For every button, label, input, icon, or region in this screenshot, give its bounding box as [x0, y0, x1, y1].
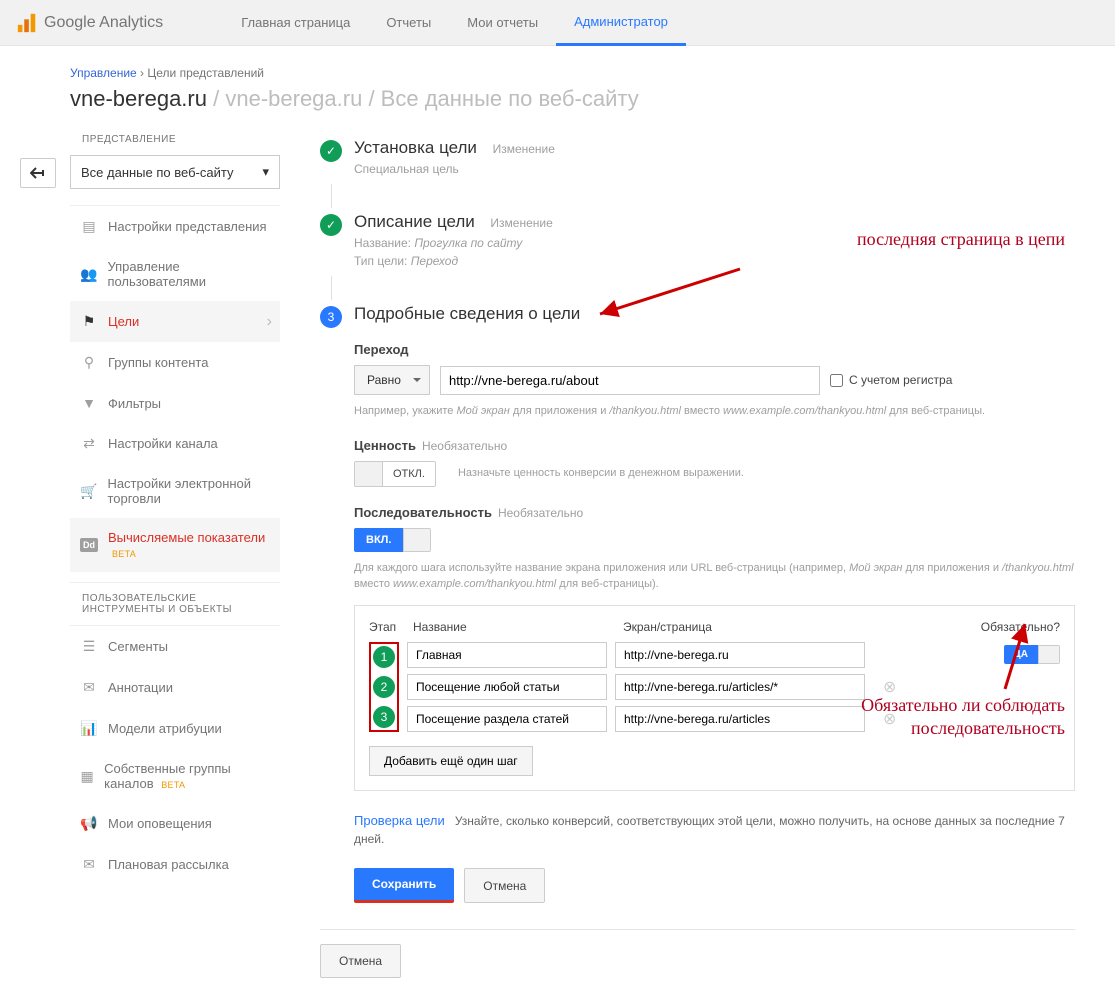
step-3-title: Подробные сведения о цели [354, 304, 580, 324]
tab-reports[interactable]: Отчеты [368, 0, 449, 46]
page-title: vne-berega.ru / vne-berega.ru / Все данн… [70, 86, 1075, 112]
col-screen: Экран/страница [623, 620, 883, 634]
sidebar-item-calculated-metrics[interactable]: DdВычисляемые показателиBETA [70, 518, 280, 572]
value-block: ЦенностьНеобязательно ОТКЛ. Назначьте це… [354, 438, 1075, 487]
users-icon: 👥 [80, 266, 97, 283]
step-3: 3 Подробные сведения о цели [320, 304, 1075, 328]
check-icon: ✓ [320, 140, 342, 162]
annotation-icon: ✉ [80, 679, 98, 696]
sidebar-item-channel-groups[interactable]: ▦Собственные группы каналов BETA [70, 749, 280, 803]
funnel-table: Этап Название Экран/страница Обязательно… [354, 605, 1075, 791]
funnel-row-2: ⊗ [407, 674, 1060, 700]
sidebar-item-segments[interactable]: ☰Сегменты [70, 626, 280, 667]
check-icon: ✓ [320, 214, 342, 236]
filter-icon: ▼ [80, 395, 98, 411]
step-2-title: Описание цели [354, 212, 475, 232]
step-3-number: 3 [320, 306, 342, 328]
funnel-name-1[interactable] [407, 642, 607, 668]
sidebar-item-view-settings[interactable]: ▤Настройки представления [70, 206, 280, 247]
tab-admin[interactable]: Администратор [556, 0, 686, 46]
funnel-url-2[interactable] [615, 674, 865, 700]
sidebar-section-tools: ПОЛЬЗОВАТЕЛЬСКИЕ ИНСТРУМЕНТЫ И ОБЪЕКТЫ [82, 593, 280, 615]
tab-my-reports[interactable]: Мои отчеты [449, 0, 556, 46]
funnel-row-3: ⊗ [407, 706, 1060, 732]
value-toggle[interactable]: ОТКЛ. [354, 461, 436, 487]
breadcrumb-goals: Цели представлений [147, 66, 264, 80]
match-type-select[interactable]: Равно [354, 365, 430, 395]
step-numbers-highlight: 1 2 3 [369, 642, 399, 732]
sidebar-item-channel-settings[interactable]: ⇄Настройки канала [70, 423, 280, 464]
top-tabs: Главная страница Отчеты Мои отчеты Админ… [223, 0, 686, 46]
sidebar-item-attribution[interactable]: 📊Модели атрибуции [70, 708, 280, 749]
step-2-edit-link[interactable]: Изменение [490, 216, 552, 230]
destination-label: Переход [354, 342, 1075, 357]
delete-row-icon[interactable]: ⊗ [883, 677, 896, 697]
arrow-left-icon [30, 167, 46, 179]
sidebar-item-scheduled[interactable]: ✉Плановая рассылка [70, 844, 280, 885]
destination-block: Переход Равно С учетом регистра Например… [354, 342, 1075, 420]
funnel-row-1: ДА [407, 642, 1060, 668]
breadcrumb-manage[interactable]: Управление [70, 66, 137, 80]
sidebar: ПРЕДСТАВЛЕНИЕ Все данные по веб-сайту ▾ … [70, 134, 280, 978]
delete-row-icon[interactable]: ⊗ [883, 709, 896, 729]
grid-icon: ▦ [80, 768, 94, 785]
chart-icon: 📊 [80, 720, 98, 737]
main-panel: ✓ Установка цели Изменение Специальная ц… [320, 134, 1075, 978]
tab-home[interactable]: Главная страница [223, 0, 368, 46]
top-bar: Google Analytics Главная страница Отчеты… [0, 0, 1115, 46]
col-required: Обязательно? [981, 620, 1060, 634]
save-button[interactable]: Сохранить [354, 868, 454, 903]
breadcrumb: Управление › Цели представлений [70, 66, 1075, 80]
col-name: Название [413, 620, 623, 634]
verify-goal-link[interactable]: Проверка цели [354, 813, 445, 828]
channel-icon: ⇄ [80, 435, 98, 452]
destination-hint: Например, укажите Мой экран для приложен… [354, 403, 1075, 420]
funnel-url-3[interactable] [615, 706, 865, 732]
required-toggle-1[interactable]: ДА [1004, 645, 1060, 664]
analytics-logo-icon [16, 12, 38, 34]
funnel-toggle[interactable]: ВКЛ. [354, 528, 431, 552]
brand-text: Google Analytics [44, 14, 163, 32]
step-1-title: Установка цели [354, 138, 477, 158]
flag-icon: ⚑ [80, 313, 98, 330]
destination-url-input[interactable] [440, 366, 820, 395]
view-selector[interactable]: Все данные по веб-сайту ▾ [70, 155, 280, 189]
sidebar-item-goals[interactable]: ⚑Цели [70, 301, 280, 342]
verify-block: Проверка цели Узнайте, сколько конверсий… [354, 811, 1075, 849]
funnel-name-2[interactable] [407, 674, 607, 700]
case-sensitive-checkbox[interactable]: С учетом регистра [830, 373, 952, 387]
segments-icon: ☰ [80, 638, 98, 655]
share-icon: ⚲ [80, 354, 98, 371]
cancel-button[interactable]: Отмена [464, 868, 545, 903]
chevron-down-icon: ▾ [262, 164, 269, 180]
mail-icon: ✉ [80, 856, 98, 873]
dd-icon: Dd [80, 538, 98, 552]
sidebar-item-ecommerce[interactable]: 🛒Настройки электронной торговли [70, 464, 280, 518]
sidebar-item-content-groups[interactable]: ⚲Группы контента [70, 342, 280, 383]
funnel-name-3[interactable] [407, 706, 607, 732]
step-1-desc: Специальная цель [354, 162, 1075, 176]
funnel-hint: Для каждого шага используйте название эк… [354, 560, 1075, 593]
sidebar-item-user-mgmt[interactable]: 👥Управление пользователями [70, 247, 280, 301]
cancel-bottom-button[interactable]: Отмена [320, 944, 401, 978]
funnel-block: ПоследовательностьНеобязательно ВКЛ. Для… [354, 505, 1075, 791]
add-step-button[interactable]: Добавить ещё один шаг [369, 746, 533, 776]
megaphone-icon: 📢 [80, 815, 98, 832]
document-icon: ▤ [80, 218, 98, 235]
sidebar-item-alerts[interactable]: 📢Мои оповещения [70, 803, 280, 844]
step-1: ✓ Установка цели Изменение Специальная ц… [320, 138, 1075, 176]
col-step: Этап [369, 620, 413, 634]
step-1-edit-link[interactable]: Изменение [493, 142, 555, 156]
sidebar-item-annotations[interactable]: ✉Аннотации [70, 667, 280, 708]
logo: Google Analytics [16, 12, 163, 34]
funnel-url-1[interactable] [615, 642, 865, 668]
sidebar-section-view: ПРЕДСТАВЛЕНИЕ [82, 134, 280, 145]
value-hint: Назначьте ценность конверсии в денежном … [458, 465, 744, 482]
back-button[interactable] [20, 158, 56, 188]
step-2: ✓ Описание цели Изменение Название: Прог… [320, 212, 1075, 268]
sidebar-item-filters[interactable]: ▼Фильтры [70, 383, 280, 423]
cart-icon: 🛒 [80, 483, 97, 500]
